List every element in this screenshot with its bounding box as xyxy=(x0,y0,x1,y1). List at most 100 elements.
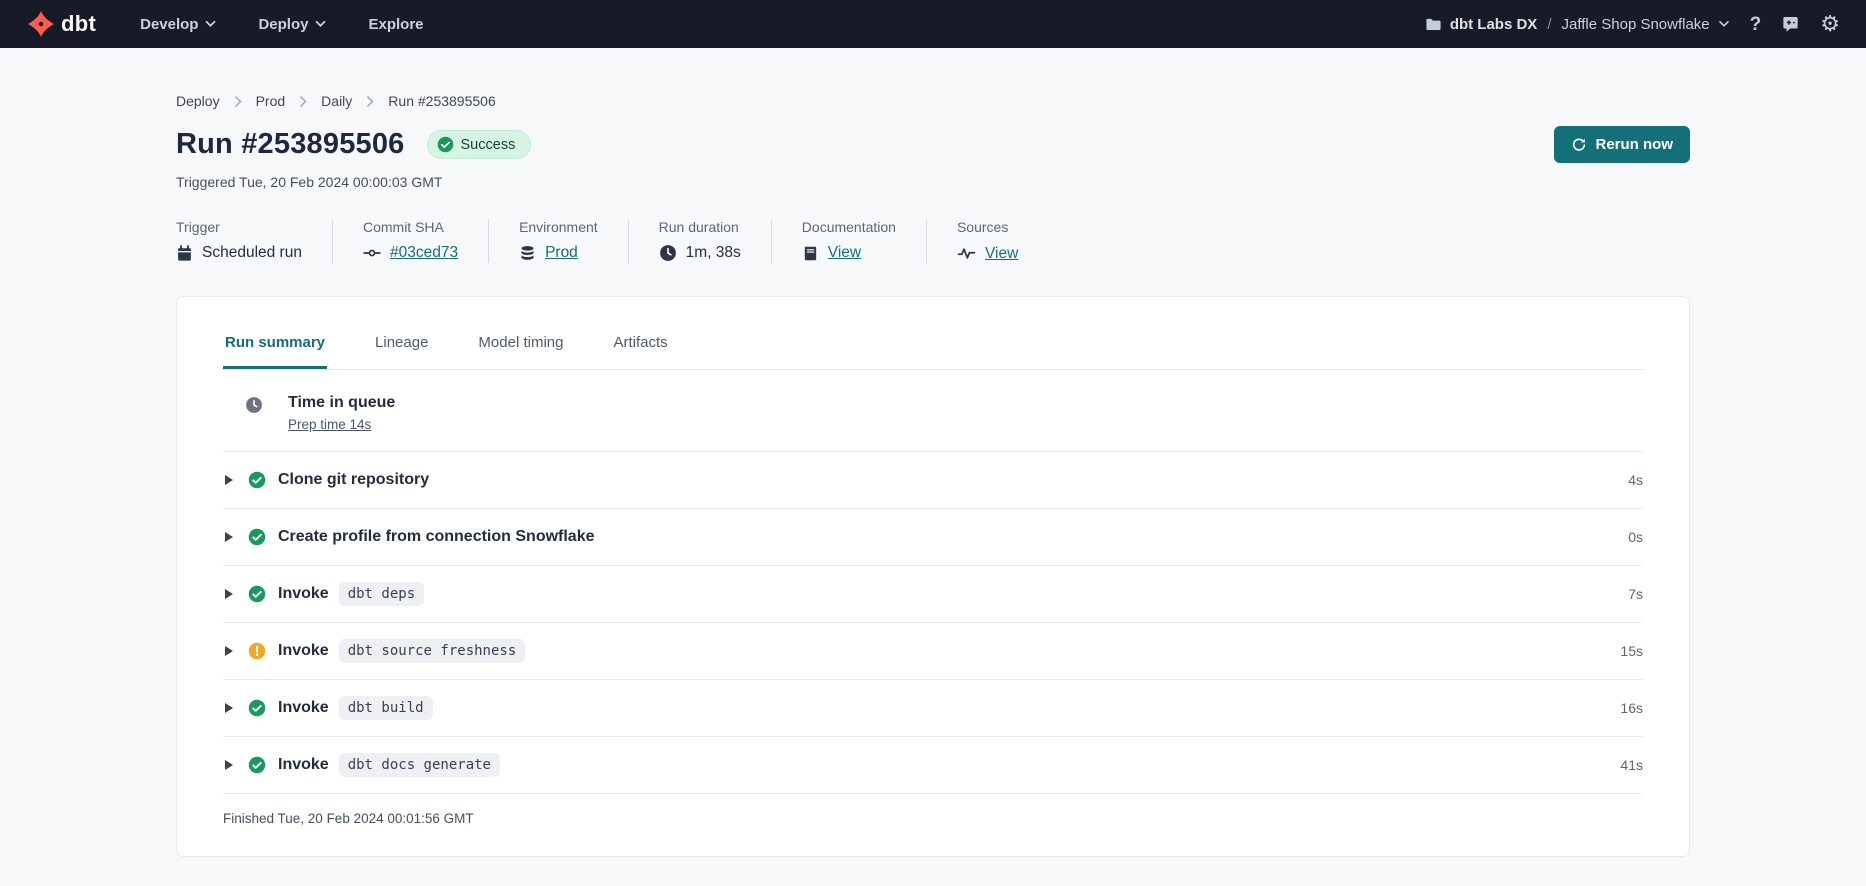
nav-item-develop[interactable]: Develop xyxy=(140,16,216,33)
chevron-down-icon xyxy=(1718,20,1730,28)
step-row-clone-git[interactable]: Clone git repository 4s xyxy=(223,452,1643,509)
divider xyxy=(771,219,772,263)
rerun-now-button[interactable]: Rerun now xyxy=(1554,126,1691,163)
sources-view-link[interactable]: View xyxy=(985,245,1018,263)
expand-caret-icon[interactable] xyxy=(225,703,233,713)
expand-caret-icon[interactable] xyxy=(225,532,233,542)
tab-run-summary[interactable]: Run summary xyxy=(223,324,327,369)
help-icon[interactable]: ? xyxy=(1750,15,1762,34)
status-badge-label: Success xyxy=(461,137,516,153)
success-icon xyxy=(248,585,266,603)
success-icon xyxy=(248,756,266,774)
queue-title: Time in queue xyxy=(288,394,395,412)
calendar-icon xyxy=(176,245,193,262)
meta-documentation: Documentation View xyxy=(802,219,926,263)
tab-model-timing[interactable]: Model timing xyxy=(476,324,565,369)
environment-link[interactable]: Prod xyxy=(545,244,578,262)
commit-icon xyxy=(363,244,381,262)
nav-menu: Develop Deploy Explore xyxy=(140,16,423,33)
status-badge: Success xyxy=(427,130,532,159)
folder-icon xyxy=(1425,16,1442,33)
divider xyxy=(332,219,333,263)
title-row: Run #253895506 Success Rerun now xyxy=(176,126,1690,163)
warning-icon xyxy=(248,642,266,660)
command-chip: dbt deps xyxy=(339,582,424,606)
prep-time-link[interactable]: Prep time 14s xyxy=(288,417,371,432)
nav-item-explore[interactable]: Explore xyxy=(368,16,423,33)
meta-run-duration: Run duration 1m, 38s xyxy=(659,219,771,263)
top-nav: dbt Develop Deploy Explore dbt Labs DX /… xyxy=(0,0,1866,48)
command-chip: dbt source freshness xyxy=(339,639,526,663)
chevron-down-icon xyxy=(205,20,216,28)
step-row-dbt-build[interactable]: Invoke dbt build 16s xyxy=(223,680,1643,737)
feedback-icon[interactable] xyxy=(1781,15,1800,34)
breadcrumb-daily[interactable]: Daily xyxy=(321,93,352,109)
gear-icon[interactable]: ⚙ xyxy=(1820,13,1840,35)
rerun-icon xyxy=(1571,137,1587,153)
success-icon xyxy=(248,471,266,489)
step-row-dbt-docs-generate[interactable]: Invoke dbt docs generate 41s xyxy=(223,737,1643,794)
page-title: Run #253895506 xyxy=(176,128,405,161)
expand-caret-icon[interactable] xyxy=(225,760,233,770)
run-duration-value: 1m, 38s xyxy=(686,244,741,262)
nav-item-deploy[interactable]: Deploy xyxy=(258,16,326,33)
step-duration: 16s xyxy=(1620,700,1643,716)
breadcrumb-current-run: Run #253895506 xyxy=(388,93,495,109)
trigger-value: Scheduled run xyxy=(202,244,302,262)
expand-caret-icon[interactable] xyxy=(225,646,233,656)
commit-sha-link[interactable]: #03ced73 xyxy=(390,244,458,262)
chevron-down-icon xyxy=(315,20,326,28)
command-chip: dbt build xyxy=(339,696,433,720)
chevron-right-icon xyxy=(366,95,374,108)
nav-right: dbt Labs DX / Jaffle Shop Snowflake ? ⚙ xyxy=(1425,13,1840,35)
meta-environment: Environment Prod xyxy=(519,219,628,263)
meta-trigger: Trigger Scheduled run xyxy=(176,219,332,263)
step-duration: 4s xyxy=(1628,472,1643,488)
account-project-selector[interactable]: dbt Labs DX / Jaffle Shop Snowflake xyxy=(1425,16,1730,33)
finished-timestamp: Finished Tue, 20 Feb 2024 00:01:56 GMT xyxy=(223,794,1643,856)
meta-commit-sha: Commit SHA #03ced73 xyxy=(363,219,488,263)
documentation-view-link[interactable]: View xyxy=(828,244,861,262)
clock-icon xyxy=(659,244,677,262)
expand-caret-icon[interactable] xyxy=(225,475,233,485)
run-meta-row: Trigger Scheduled run Commit SHA #03ced7… xyxy=(176,219,1690,263)
step-duration: 41s xyxy=(1620,757,1643,773)
expand-caret-icon[interactable] xyxy=(225,589,233,599)
path-separator: / xyxy=(1547,16,1551,33)
book-icon xyxy=(802,245,819,262)
dbt-logo[interactable]: dbt xyxy=(28,11,96,37)
breadcrumb: Deploy Prod Daily Run #253895506 xyxy=(176,93,1690,109)
chevron-right-icon xyxy=(234,95,242,108)
meta-sources: Sources View xyxy=(957,219,1048,263)
divider xyxy=(926,219,927,263)
breadcrumb-deploy[interactable]: Deploy xyxy=(176,93,220,109)
breadcrumb-prod[interactable]: Prod xyxy=(256,93,286,109)
dbt-logo-text: dbt xyxy=(61,11,96,37)
tab-bar: Run summary Lineage Model timing Artifac… xyxy=(223,297,1643,370)
triggered-timestamp: Triggered Tue, 20 Feb 2024 00:00:03 GMT xyxy=(176,174,1690,190)
database-icon xyxy=(519,245,536,262)
time-in-queue-section: Time in queue Prep time 14s xyxy=(223,370,1643,452)
chevron-right-icon xyxy=(299,95,307,108)
step-row-dbt-deps[interactable]: Invoke dbt deps 7s xyxy=(223,566,1643,623)
command-chip: dbt docs generate xyxy=(339,753,500,777)
step-row-dbt-source-freshness[interactable]: Invoke dbt source freshness 15s xyxy=(223,623,1643,680)
divider xyxy=(488,219,489,263)
page-content: Deploy Prod Daily Run #253895506 Run #25… xyxy=(0,93,1866,857)
check-circle-icon xyxy=(437,136,454,153)
step-duration: 7s xyxy=(1628,586,1643,602)
dbt-logo-icon xyxy=(28,11,54,37)
tab-lineage[interactable]: Lineage xyxy=(373,324,430,369)
project-label: Jaffle Shop Snowflake xyxy=(1562,16,1730,33)
step-row-create-profile[interactable]: Create profile from connection Snowflake… xyxy=(223,509,1643,566)
pulse-icon xyxy=(957,244,976,263)
step-duration: 15s xyxy=(1620,643,1643,659)
tab-artifacts[interactable]: Artifacts xyxy=(611,324,669,369)
success-icon xyxy=(248,528,266,546)
run-summary-card: Run summary Lineage Model timing Artifac… xyxy=(176,296,1690,857)
divider xyxy=(628,219,629,263)
success-icon xyxy=(248,699,266,717)
account-label: dbt Labs DX xyxy=(1425,16,1538,33)
queue-clock-icon xyxy=(245,396,263,414)
step-duration: 0s xyxy=(1628,529,1643,545)
